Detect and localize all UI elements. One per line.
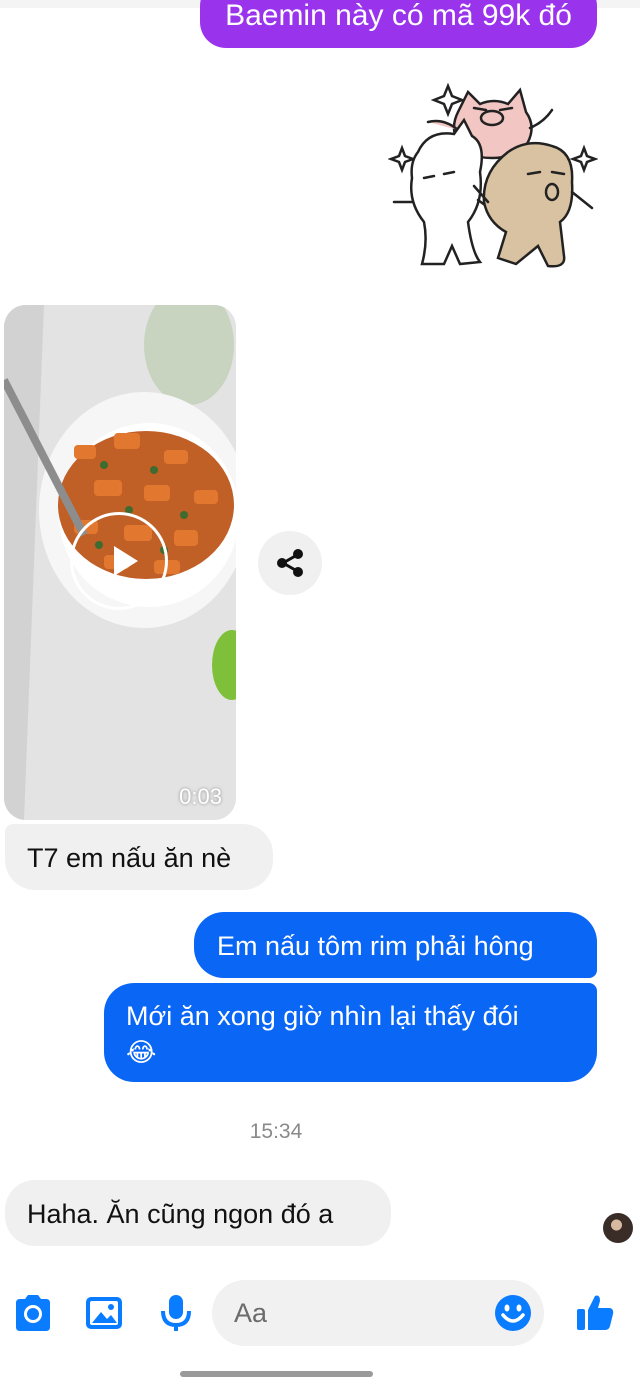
video-message[interactable]: 0:03: [4, 305, 236, 820]
message-input[interactable]: Aa: [212, 1280, 544, 1346]
share-button[interactable]: [258, 531, 322, 595]
seen-avatar: [603, 1213, 633, 1243]
message-text: Em nấu tôm rim phải hông: [217, 931, 534, 961]
like-icon[interactable]: [575, 1292, 615, 1332]
message-text: Baemin này có mã 99k đó: [225, 0, 572, 32]
incoming-message[interactable]: T7 em nấu ăn nè: [5, 824, 273, 890]
input-placeholder: Aa: [234, 1298, 268, 1328]
incoming-message[interactable]: Haha. Ăn cũng ngon đó a: [5, 1180, 391, 1246]
video-duration: 0:03: [179, 784, 222, 809]
outgoing-message[interactable]: Mới ăn xong giờ nhìn lại thấy đói 😂: [104, 983, 597, 1082]
gallery-icon[interactable]: [84, 1293, 124, 1333]
outgoing-message[interactable]: Em nấu tôm rim phải hông: [194, 912, 597, 978]
outgoing-message-top[interactable]: Baemin này có mã 99k đó: [200, 0, 597, 48]
message-text: T7 em nấu ăn nè: [27, 843, 232, 873]
laughing-emoji: 😂: [126, 1037, 157, 1067]
emoji-icon[interactable]: [493, 1293, 533, 1333]
play-button[interactable]: [70, 512, 168, 610]
timestamp: 15:34: [249, 1120, 303, 1143]
microphone-icon[interactable]: [160, 1293, 192, 1333]
camera-icon[interactable]: [12, 1293, 54, 1333]
message-text: Mới ăn xong giờ nhìn lại thấy đói: [126, 1001, 519, 1031]
share-icon: [277, 549, 303, 577]
message-text: Haha. Ăn cũng ngon đó a: [27, 1199, 334, 1229]
home-indicator: [180, 1371, 373, 1377]
sticker-image[interactable]: [388, 82, 598, 277]
play-icon: [114, 546, 138, 576]
